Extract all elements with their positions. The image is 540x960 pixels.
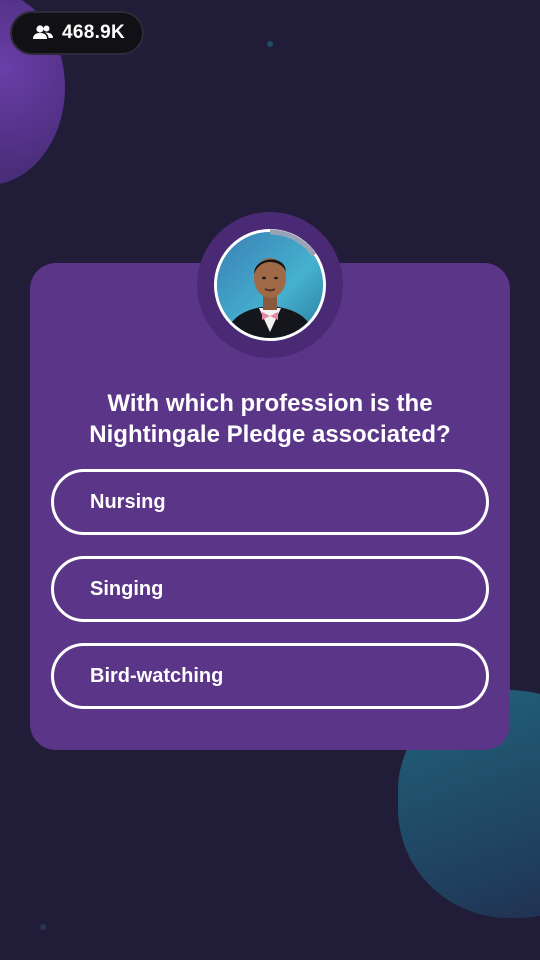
decorative-dot [40,924,46,930]
answer-option-label: Bird-watching [90,664,224,687]
answer-option-label: Nursing [90,490,166,513]
viewer-count: 468.9K [62,22,126,43]
answer-option-label: Singing [90,577,164,600]
question-text: With which profession is the Nightingale… [89,390,451,448]
people-icon [32,24,54,42]
trivia-screen: 468.9K With which profession is the Nigh… [0,0,540,960]
answer-option-1[interactable]: Nursing [51,469,489,535]
answer-option-3[interactable]: Bird-watching [51,643,489,709]
answer-option-2[interactable]: Singing [51,556,489,622]
host-avatar [214,229,326,341]
decorative-dot [267,41,273,47]
viewer-count-badge: 468.9K [10,11,144,55]
